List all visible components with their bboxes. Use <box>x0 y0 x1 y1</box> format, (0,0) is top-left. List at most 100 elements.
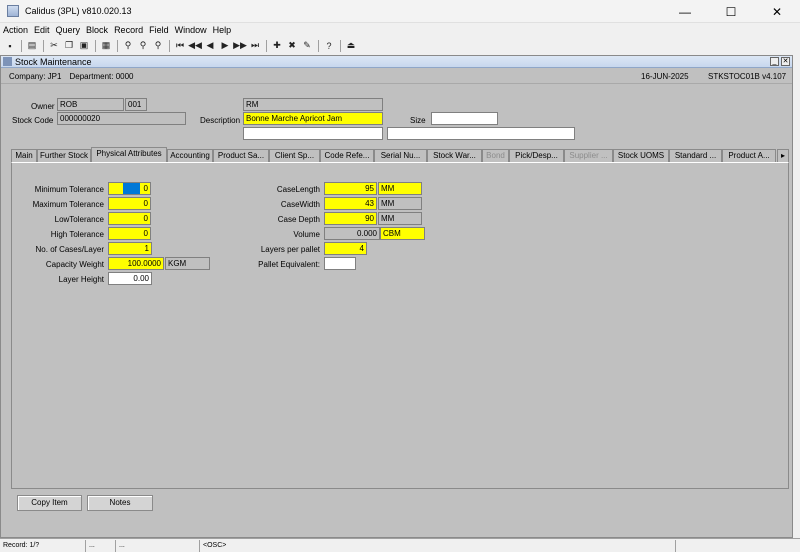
paste-icon[interactable]: ▣ <box>77 39 91 53</box>
physical-attributes-panel: Minimum Tolerance 0 Maximum Tolerance 0 … <box>11 162 789 489</box>
tab-scroll-right-button[interactable]: ▸ <box>777 149 789 162</box>
description-field[interactable]: Bonne Marche Apricot Jam <box>243 112 383 125</box>
form-icon <box>3 57 12 66</box>
previous-record-icon[interactable]: ◀ <box>203 39 217 53</box>
form-minimize-button[interactable]: _ <box>770 57 779 66</box>
pallet-equivalent-field[interactable] <box>324 257 356 270</box>
insert-record-icon[interactable]: ✚ <box>270 39 284 53</box>
cut-icon[interactable]: ✂ <box>47 39 61 53</box>
min-tolerance-value: 0 <box>143 184 148 193</box>
close-button[interactable]: ✕ <box>754 0 800 23</box>
size-label: Size <box>410 116 426 125</box>
menu-help[interactable]: Help <box>210 25 235 35</box>
description-line3-field[interactable] <box>387 127 575 140</box>
minimize-button[interactable]: — <box>662 0 708 23</box>
tab-product-a[interactable]: Product A... <box>722 149 776 162</box>
notes-button[interactable]: Notes <box>87 495 153 511</box>
volume-label: Volume <box>293 230 320 239</box>
company-header: Company: JP1 Department: 0000 16-JUN-202… <box>1 69 792 84</box>
clear-form-icon[interactable]: ▦ <box>99 39 113 53</box>
menu-record[interactable]: Record <box>111 25 146 35</box>
owner-code-field[interactable]: 001 <box>125 98 147 111</box>
volume-field[interactable]: 0.000 <box>324 227 380 240</box>
case-depth-uom-field[interactable]: MM <box>378 212 422 225</box>
case-depth-field[interactable]: 90 <box>324 212 377 225</box>
high-tolerance-label: High Tolerance <box>50 230 104 239</box>
case-length-field[interactable]: 95 <box>324 182 377 195</box>
menu-block[interactable]: Block <box>83 25 111 35</box>
cases-per-layer-label: No. of Cases/Layer <box>35 245 104 254</box>
form-title: Stock Maintenance <box>15 56 92 67</box>
next-record-icon[interactable]: ▶ <box>218 39 232 53</box>
tab-standard[interactable]: Standard ... <box>669 149 722 162</box>
max-tolerance-field[interactable]: 0 <box>108 197 151 210</box>
tab-code-refe[interactable]: Code Refe... <box>320 149 374 162</box>
form-close-button[interactable]: ✕ <box>781 57 790 66</box>
first-record-icon[interactable]: ⏮ <box>173 39 187 53</box>
toolbar-separator <box>43 39 44 52</box>
form-code: STKSTOC01B v4.107 <box>708 71 787 81</box>
menu-edit[interactable]: Edit <box>31 25 53 35</box>
status-dots-1: ... <box>86 539 116 552</box>
layer-height-field[interactable]: 0.00 <box>108 272 152 285</box>
layers-per-pallet-field[interactable]: 4 <box>324 242 367 255</box>
previous-block-icon[interactable]: ◀◀ <box>188 39 202 53</box>
app-titlebar: Calidus (3PL) v810.020.13 — ☐ ✕ <box>0 0 800 23</box>
tab-main[interactable]: Main <box>11 149 37 162</box>
min-tolerance-field[interactable]: 0 <box>108 182 151 195</box>
tab-stock-war[interactable]: Stock War... <box>427 149 482 162</box>
description-label: Description <box>200 116 241 125</box>
cancel-query-icon[interactable]: ⚲ <box>151 39 165 53</box>
case-width-uom-field[interactable]: MM <box>378 197 422 210</box>
high-tolerance-field[interactable]: 0 <box>108 227 151 240</box>
tab-bond[interactable]: Bond <box>482 149 509 162</box>
stock-code-field[interactable]: 000000020 <box>57 112 186 125</box>
save-icon[interactable]: ▪ <box>3 39 17 53</box>
menu-query[interactable]: Query <box>53 25 84 35</box>
tab-further-stock[interactable]: Further Stock <box>37 149 91 162</box>
owner-name-field[interactable]: ROB <box>57 98 124 111</box>
help-icon[interactable]: ? <box>322 39 336 53</box>
lock-record-icon[interactable]: ✎ <box>300 39 314 53</box>
status-dots-2: ... <box>116 539 200 552</box>
tab-serial-nu[interactable]: Serial Nu... <box>374 149 427 162</box>
tab-client-sp[interactable]: Client Sp... <box>269 149 320 162</box>
size-field[interactable] <box>431 112 498 125</box>
toolbar-separator <box>340 39 341 52</box>
case-width-field[interactable]: 43 <box>324 197 377 210</box>
delete-record-icon[interactable]: ✖ <box>285 39 299 53</box>
tab-pick-desp[interactable]: Pick/Desp... <box>509 149 564 162</box>
case-depth-label: Case Depth <box>277 215 320 224</box>
tab-stock-uoms[interactable]: Stock UOMS <box>613 149 669 162</box>
tab-product-sa[interactable]: Product Sa... <box>213 149 269 162</box>
copy-icon[interactable]: ❐ <box>62 39 76 53</box>
tab-supplier[interactable]: Supplier ... <box>564 149 613 162</box>
menu-window[interactable]: Window <box>172 25 210 35</box>
tab-strip: Main Further Stock Physical Attributes A… <box>11 147 791 162</box>
copy-item-button[interactable]: Copy Item <box>17 495 82 511</box>
low-tolerance-field[interactable]: 0 <box>108 212 151 225</box>
field-cursor-highlight <box>123 183 140 194</box>
tab-accounting[interactable]: Accounting <box>167 149 213 162</box>
exit-icon[interactable]: ⏏ <box>344 39 358 53</box>
menu-action[interactable]: Action <box>0 25 31 35</box>
print-icon[interactable]: ▤ <box>25 39 39 53</box>
next-block-icon[interactable]: ▶▶ <box>233 39 247 53</box>
description-line2-field[interactable] <box>243 127 383 140</box>
cases-per-layer-field[interactable]: 1 <box>108 242 152 255</box>
execute-query-icon[interactable]: ⚲ <box>136 39 150 53</box>
case-length-uom-field[interactable]: MM <box>378 182 422 195</box>
tab-physical-attributes[interactable]: Physical Attributes <box>91 147 167 162</box>
volume-uom-field[interactable]: CBM <box>380 227 425 240</box>
last-record-icon[interactable]: ⏭ <box>248 39 262 53</box>
capacity-weight-uom-field[interactable]: KGM <box>165 257 210 270</box>
menu-field[interactable]: Field <box>146 25 172 35</box>
menu-bar: Action Edit Query Block Record Field Win… <box>0 23 800 37</box>
rm-field[interactable]: RM <box>243 98 383 111</box>
low-tolerance-label: LowTolerance <box>54 215 104 224</box>
stock-maintenance-window: Stock Maintenance _ ✕ Company: JP1 Depar… <box>0 55 793 538</box>
capacity-weight-field[interactable]: 100.0000 <box>108 257 164 270</box>
enter-query-icon[interactable]: ⚲ <box>121 39 135 53</box>
toolbar: ▪ ▤ ✂ ❐ ▣ ▦ ⚲ ⚲ ⚲ ⏮ ◀◀ ◀ ▶ ▶▶ ⏭ ✚ ✖ ✎ ? … <box>0 37 800 54</box>
maximize-button[interactable]: ☐ <box>708 0 754 23</box>
